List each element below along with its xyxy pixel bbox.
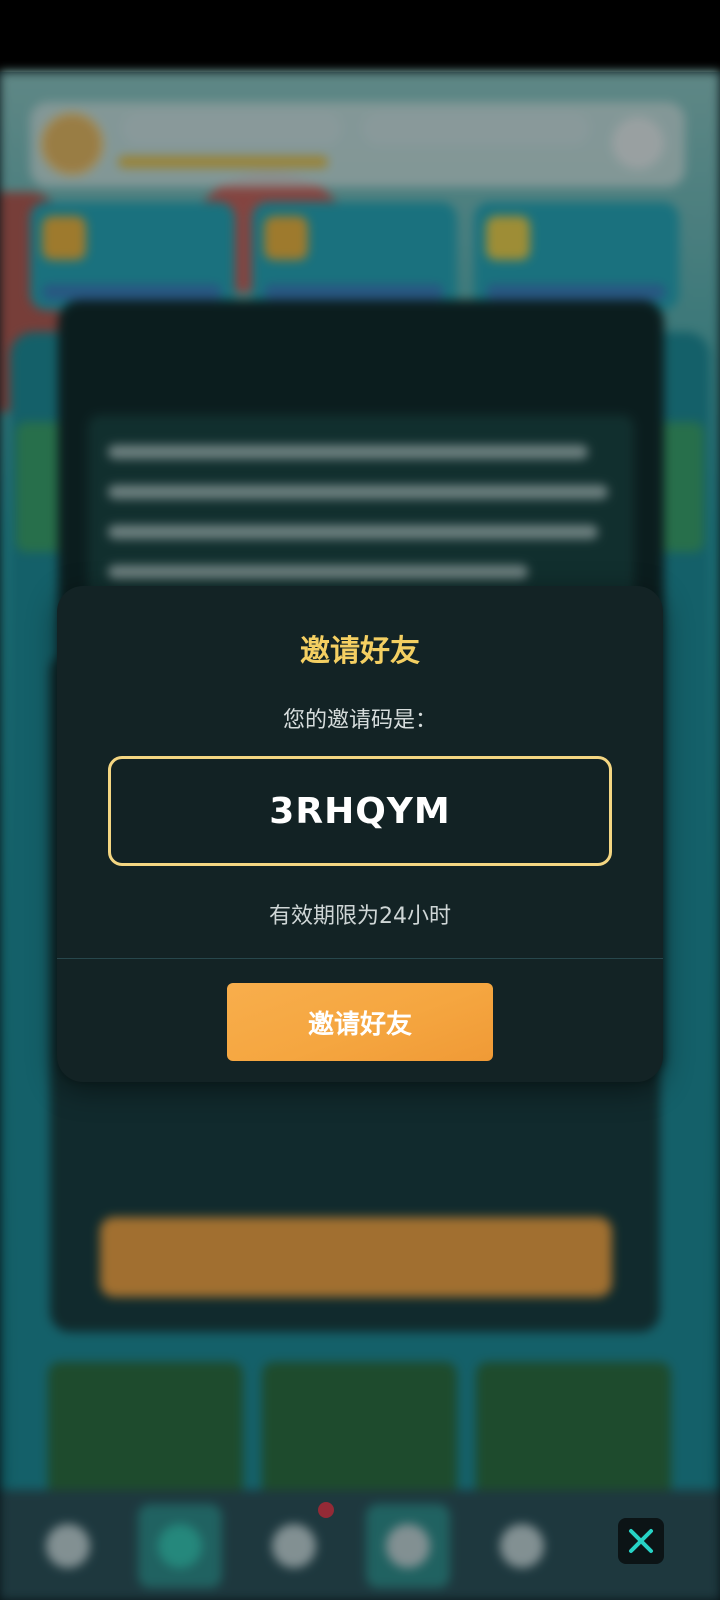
status-bar [0, 0, 720, 72]
expiry-notice: 有效期限为24小时 [269, 904, 451, 929]
close-icon [629, 1529, 653, 1553]
invite-code-value[interactable]: 3RHQYM [269, 791, 450, 832]
dialog-divider [57, 958, 663, 959]
invite-code-box[interactable]: 3RHQYM [108, 756, 612, 866]
invite-friend-button[interactable]: 邀请好友 [227, 983, 493, 1061]
close-button[interactable] [618, 1518, 664, 1564]
invite-code-label: 您的邀请码是： [282, 708, 437, 733]
invite-friend-dialog: 邀请好友 您的邀请码是： 3RHQYM 有效期限为24小时 邀请好友 [57, 586, 663, 1082]
dialog-title: 邀请好友 [300, 634, 420, 669]
